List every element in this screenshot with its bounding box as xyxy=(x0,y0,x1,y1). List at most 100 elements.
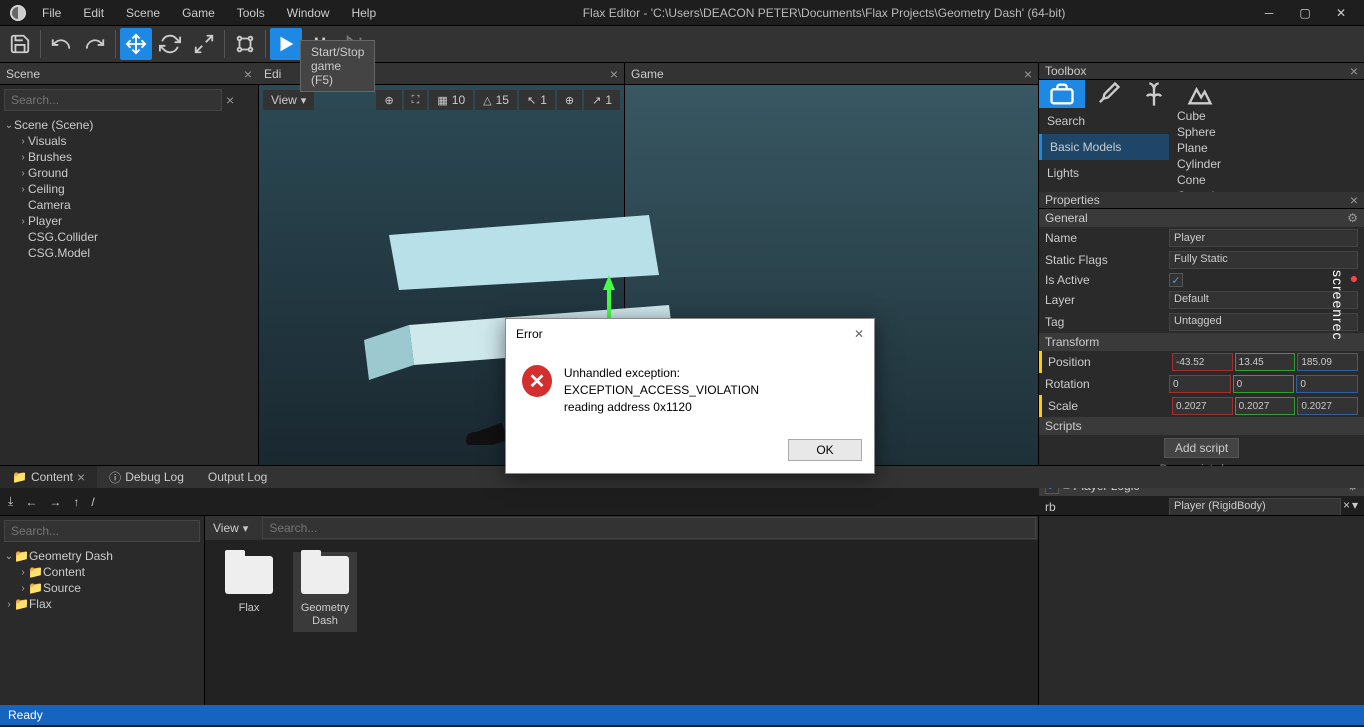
tree-row[interactable]: ›📁 Content xyxy=(4,564,200,580)
viewport-camera-icon[interactable]: ⊕ xyxy=(376,90,401,110)
scene-search-input[interactable] xyxy=(4,89,222,111)
toolbox-close[interactable]: × xyxy=(1350,63,1358,79)
editor-panel-title: Edi xyxy=(264,67,281,81)
folder-icon xyxy=(301,556,349,594)
tree-row[interactable]: ›Visuals xyxy=(4,133,254,149)
scene-panel: Scene× × ⌄Scene (Scene) ›Visuals ›Brushe… xyxy=(0,63,258,465)
toolbox-foliage-icon[interactable] xyxy=(1131,80,1177,108)
toolbar: Start/Stop game (F5) xyxy=(0,26,1364,63)
menu-help[interactable]: Help xyxy=(341,2,386,24)
name-input[interactable] xyxy=(1169,229,1358,247)
game-panel-title: Game xyxy=(631,67,664,81)
add-script-button[interactable]: Add script xyxy=(1164,438,1239,458)
tree-row[interactable]: ›📁 Source xyxy=(4,580,200,596)
toolbox-item[interactable]: Cone xyxy=(1169,172,1364,188)
scl-z-input[interactable]: 0.2027 xyxy=(1297,397,1358,415)
scl-x-input[interactable]: 0.2027 xyxy=(1172,397,1233,415)
menu-game[interactable]: Game xyxy=(172,2,225,24)
staticflags-select[interactable]: Fully Static xyxy=(1169,251,1358,269)
tree-row[interactable]: Camera xyxy=(4,197,254,213)
menu-tools[interactable]: Tools xyxy=(227,2,275,24)
screenrec-watermark: screenrec xyxy=(1330,270,1362,340)
viewport-expand-icon[interactable]: ⛶ xyxy=(404,90,428,110)
toolbox-cat-lights[interactable]: Lights xyxy=(1039,160,1169,186)
tab-debuglog[interactable]: ⓘ Debug Log xyxy=(97,466,196,488)
menu-edit[interactable]: Edit xyxy=(73,2,114,24)
toolbox-terrain-icon[interactable] xyxy=(1177,80,1223,108)
move-tool-button[interactable] xyxy=(120,28,152,60)
minimize-button[interactable]: ─ xyxy=(1262,6,1276,20)
right-column: Toolbox× Search Basic Models Lights Cube… xyxy=(1038,63,1364,465)
undo-button[interactable] xyxy=(45,28,77,60)
viewport-snap2[interactable]: ↗ 1 xyxy=(584,90,620,110)
toolbox-item[interactable]: Cube xyxy=(1169,108,1364,124)
play-button[interactable]: Start/Stop game (F5) xyxy=(270,28,302,60)
pos-y-input[interactable]: 13.45 xyxy=(1235,353,1296,371)
tree-row[interactable]: ›Brushes xyxy=(4,149,254,165)
scene-panel-close[interactable]: × xyxy=(244,66,252,82)
main-menu: File Edit Scene Game Tools Window Help xyxy=(32,2,386,24)
scene-graph-button[interactable] xyxy=(229,28,261,60)
toolbox-item[interactable]: Plane xyxy=(1169,140,1364,156)
content-tree-search[interactable] xyxy=(4,520,200,542)
folder-item[interactable]: Flax xyxy=(217,552,281,632)
tree-row[interactable]: ›Player xyxy=(4,213,254,229)
dialog-title: Error xyxy=(516,327,543,341)
viewport-angle[interactable]: △ 15 xyxy=(475,90,517,110)
section-general: General xyxy=(1045,211,1088,225)
folder-item[interactable]: Geometry Dash xyxy=(293,552,357,632)
menu-scene[interactable]: Scene xyxy=(116,2,170,24)
rot-y-input[interactable]: 0 xyxy=(1233,375,1295,393)
tab-outputlog[interactable]: Output Log xyxy=(196,466,279,488)
game-panel-close[interactable]: × xyxy=(1024,66,1032,82)
content-view-dropdown[interactable]: View ▾ xyxy=(205,518,256,538)
rotate-tool-button[interactable] xyxy=(154,28,186,60)
nav-forward-icon[interactable]: → xyxy=(49,495,61,509)
save-button[interactable] xyxy=(4,28,36,60)
tree-row[interactable]: ›Ceiling xyxy=(4,181,254,197)
tree-row[interactable]: CSG.Model xyxy=(4,245,254,261)
toolbox-cat-search[interactable]: Search xyxy=(1039,108,1169,134)
menu-window[interactable]: Window xyxy=(277,2,340,24)
tree-row[interactable]: CSG.Collider xyxy=(4,229,254,245)
toolbox-item[interactable]: Sphere xyxy=(1169,124,1364,140)
tree-row[interactable]: ⌄Scene (Scene) xyxy=(4,117,254,133)
breadcrumb[interactable]: / xyxy=(91,495,94,509)
scl-y-input[interactable]: 0.2027 xyxy=(1235,397,1296,415)
view-dropdown[interactable]: View ▾ xyxy=(263,90,314,110)
menu-file[interactable]: File xyxy=(32,2,71,24)
tree-row[interactable]: ›Ground xyxy=(4,165,254,181)
tree-row[interactable]: ›📁 Flax xyxy=(4,596,200,612)
import-icon[interactable]: ⤓ xyxy=(8,494,13,509)
toolbox-item[interactable]: Cylinder xyxy=(1169,156,1364,172)
properties-close[interactable]: × xyxy=(1350,192,1358,208)
pos-z-input[interactable]: 185.09 xyxy=(1297,353,1358,371)
rot-x-input[interactable]: 0 xyxy=(1169,375,1231,393)
toolbox-cat-basicmodels[interactable]: Basic Models xyxy=(1039,134,1169,160)
scene-search-clear[interactable]: × xyxy=(226,92,234,108)
content-search-input[interactable] xyxy=(262,517,1036,539)
isactive-checkbox[interactable]: ✓ xyxy=(1169,273,1183,287)
dialog-ok-button[interactable]: OK xyxy=(788,439,862,461)
pos-x-input[interactable]: -43.52 xyxy=(1172,353,1233,371)
toolbox-primitives-icon[interactable] xyxy=(1039,80,1085,108)
window-title: Flax Editor - 'C:\Users\DEACON PETER\Doc… xyxy=(386,6,1262,20)
properties-title: Properties xyxy=(1045,193,1100,207)
tab-content[interactable]: 📁 Content × xyxy=(0,466,97,488)
viewport-snap1[interactable]: ↖ 1 xyxy=(519,90,555,110)
rot-z-input[interactable]: 0 xyxy=(1296,375,1358,393)
nav-up-icon[interactable]: ↑ xyxy=(73,495,79,509)
close-button[interactable]: ✕ xyxy=(1334,6,1348,20)
gear-icon[interactable]: ⚙ xyxy=(1347,211,1358,225)
scale-tool-button[interactable] xyxy=(188,28,220,60)
folder-icon xyxy=(225,556,273,594)
maximize-button[interactable]: ▢ xyxy=(1298,6,1312,20)
viewport-globe-icon[interactable]: ⊕ xyxy=(557,90,582,110)
toolbox-paint-icon[interactable] xyxy=(1085,80,1131,108)
tree-row[interactable]: ⌄📁 Geometry Dash xyxy=(4,548,200,564)
dialog-close-icon[interactable]: ✕ xyxy=(854,327,864,341)
nav-back-icon[interactable]: ← xyxy=(25,495,37,509)
editor-panel-close[interactable]: × xyxy=(610,66,618,82)
redo-button[interactable] xyxy=(79,28,111,60)
viewport-grid[interactable]: ▦ 10 xyxy=(429,90,473,110)
